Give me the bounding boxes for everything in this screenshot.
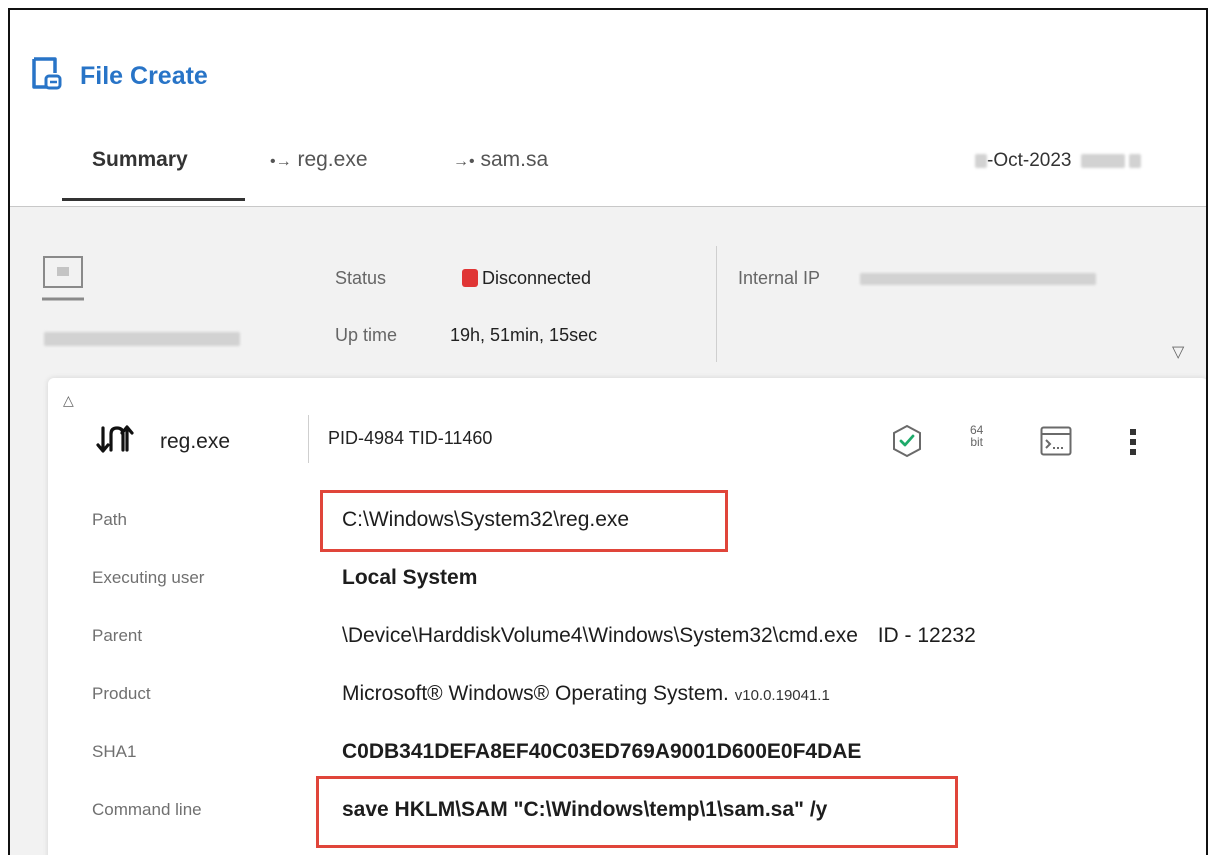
file-create-icon [32, 57, 62, 90]
event-detail-window: File Create Summary •→ reg.exe →• sam.sa… [8, 8, 1208, 855]
internal-ip-value-redacted [860, 268, 1096, 289]
host-name-redacted [44, 330, 240, 348]
timestamp-visible: -Oct-2023 [987, 150, 1072, 171]
architecture-badge: 64 bit [970, 424, 983, 448]
product-name: Microsoft® Windows® Operating System. [342, 682, 729, 705]
collapse-up-icon[interactable]: △ [63, 392, 74, 409]
status-dot-icon [462, 269, 478, 287]
product-label: Product [92, 684, 151, 703]
event-timestamp: -Oct-2023 [975, 150, 1141, 172]
path-label: Path [92, 510, 127, 529]
tab-sam-sa[interactable]: →• sam.sa [453, 148, 548, 172]
product-value: Microsoft® Windows® Operating System. v1… [342, 682, 830, 706]
process-exchange-icon [96, 425, 134, 453]
redacted-day [975, 153, 987, 168]
terminal-icon[interactable] [1040, 426, 1072, 456]
parent-path[interactable]: \Device\HarddiskVolume4\Windows\System32… [342, 624, 858, 647]
tab-reg-exe[interactable]: •→ reg.exe [270, 148, 368, 172]
signed-shield-icon[interactable] [890, 424, 924, 458]
sha1-value[interactable]: C0DB341DEFA8EF40C03ED769A9001D600E0F4DAE [342, 740, 861, 764]
more-options-icon[interactable] [1128, 428, 1138, 456]
computer-icon [42, 256, 84, 301]
tab-summary[interactable]: Summary [92, 148, 188, 172]
process-name: reg.exe [160, 430, 231, 453]
status-value: Disconnected [462, 268, 591, 289]
parent-id: ID - 12232 [877, 624, 976, 647]
redacted-time-tail [1128, 153, 1141, 168]
event-title: File Create [80, 62, 208, 90]
pid-tid: PID-4984 TID-11460 [328, 428, 493, 448]
status-label: Status [335, 268, 387, 288]
status-text: Disconnected [482, 268, 592, 288]
active-tab-indicator [62, 198, 245, 201]
process-header-separator [308, 415, 309, 463]
arch-unit: bit [970, 435, 984, 449]
parent-label: Parent [92, 626, 143, 645]
tab-sam-sa-label: sam.sa [480, 148, 549, 171]
flow-arrow-icon: •→ [270, 153, 292, 170]
internal-ip-label: Internal IP [738, 268, 821, 288]
executing-user-label: Executing user [92, 568, 205, 587]
expand-down-icon[interactable]: ▽ [1172, 342, 1184, 362]
target-arrow-icon: →• [453, 153, 475, 170]
tab-reg-exe-label: reg.exe [297, 148, 368, 171]
host-panel-separator [716, 246, 717, 362]
executing-user-value: Local System [342, 566, 478, 589]
command-line-highlight-box [316, 776, 958, 848]
uptime-value: 19h, 51min, 15sec [450, 325, 598, 345]
command-line-label: Command line [92, 800, 202, 819]
product-version: v10.0.19041.1 [734, 687, 830, 704]
parent-value: \Device\HarddiskVolume4\Windows\System32… [342, 624, 976, 648]
redacted-time [1080, 153, 1125, 168]
sha1-label: SHA1 [92, 742, 137, 761]
tab-summary-label: Summary [92, 148, 188, 171]
path-highlight-box [320, 490, 728, 552]
uptime-label: Up time [335, 325, 398, 345]
